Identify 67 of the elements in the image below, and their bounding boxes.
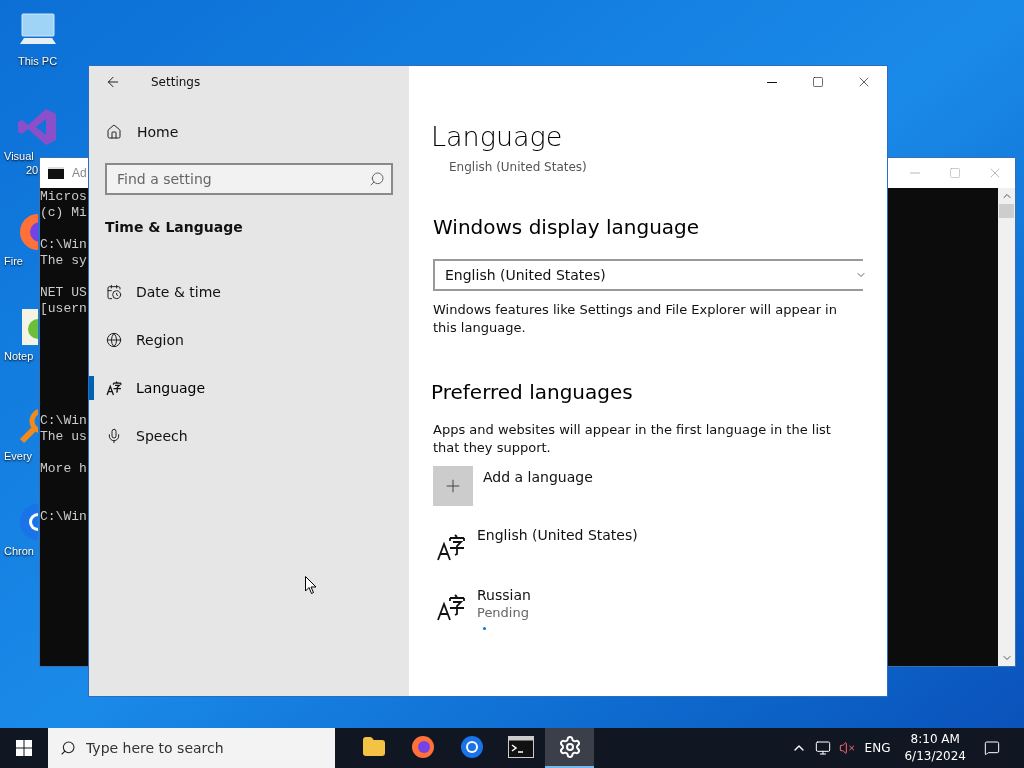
language-icon [436,592,466,622]
description: Apps and websites will appear in the first language in the list that they support. [433,421,832,457]
section-heading: Windows display language [433,214,701,240]
add-language-button[interactable]: Add a language [433,466,863,506]
console-text: Micros [40,189,87,205]
back-icon[interactable] [105,74,121,90]
console-text: The us [40,429,87,445]
minimize-icon [767,81,777,83]
volume-muted-icon[interactable] [838,740,855,756]
window-title: Settings [151,74,201,91]
console-text: C:\Win [40,413,87,429]
desktop-icon-label[interactable]: Fire [4,254,23,268]
windows-logo-icon [16,740,32,756]
console-text: [usern [40,301,87,317]
home-link[interactable]: Home [89,120,409,144]
calendar-icon [106,284,122,300]
section-heading: Time & Language [105,218,244,237]
nav-item[interactable]: Region [89,316,409,364]
desktop-icon-label[interactable]: 20 [26,163,39,177]
terminal-icon [507,736,534,758]
console-text: NET US [40,285,87,301]
folder-icon [361,735,386,759]
search-box[interactable]: Find a setting [105,163,393,195]
language-icon [106,380,122,396]
scrollbar[interactable] [998,188,1015,666]
clock[interactable]: 8:10 AM 6/13/2024 [904,731,966,765]
home-icon [106,124,122,140]
desktop-icon-label[interactable]: Notep [4,349,34,363]
page-title: Language [431,120,564,154]
cursor-icon [305,576,317,595]
nav-item[interactable]: Date & time [89,268,409,316]
search-icon [60,740,76,756]
search-icon [369,171,385,187]
settings-icon [557,735,582,759]
console-text: The sy [40,253,87,269]
globe-icon [106,332,122,348]
window-title: Ad [72,165,87,182]
desktop-icon-label[interactable]: Chron [4,544,34,558]
language-name[interactable]: English (United States) [477,526,638,544]
search-field[interactable]: Find a setting [107,165,369,193]
desktop-icon-label[interactable]: This PC [18,54,58,68]
desktop-icon-label[interactable]: Every [4,449,33,463]
browser-icon [459,735,484,759]
console-text: C:\Win [40,237,87,253]
nav-item[interactable]: Speech [89,412,409,460]
taskbar-app[interactable] [545,728,594,768]
section-heading: Preferred languages [431,379,634,405]
console-text: (c) Mi [40,205,87,221]
language-name[interactable]: Russian [477,586,531,604]
console-text: More h [40,461,87,477]
selection-indicator [89,376,94,400]
network-icon[interactable] [814,740,831,756]
language-icon [436,532,466,562]
current-language: English (United States) [449,159,588,176]
scrollbar-thumb[interactable] [999,204,1014,218]
microphone-icon [106,428,122,444]
maximize-icon [812,76,824,88]
notifications-icon[interactable] [984,740,1000,756]
language-dropdown[interactable]: English (United States) [433,259,863,291]
nav-item[interactable]: Language [89,364,409,412]
console-text: C:\Win [40,509,87,525]
language-indicator[interactable]: ENG [864,739,891,757]
desktop-icon-label[interactable]: Visual [4,149,34,163]
description: Windows features like Settings and File Explorer will appear in this language. [433,301,838,337]
terminal-icon [48,167,64,179]
language-status: Pending [477,604,530,622]
firefox-icon [410,735,435,759]
